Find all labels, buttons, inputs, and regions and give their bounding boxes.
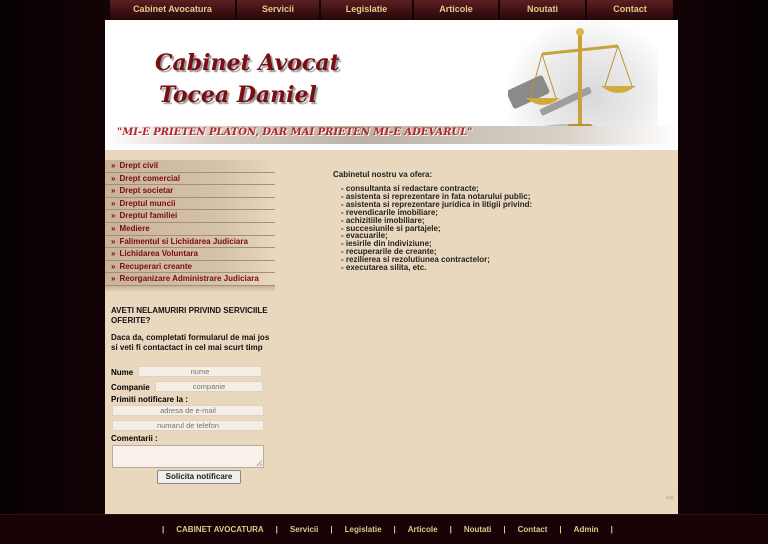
company-label: Companie [111,383,150,392]
sidebar-item-reorganizare[interactable]: » Reorganizare Administrare Judiciara [105,273,275,286]
nav-articole[interactable]: Articole [414,0,500,20]
nav-cabinet-avocatura[interactable]: Cabinet Avocatura [110,0,237,20]
sidebar-item-drept-societar[interactable]: » Drept societar [105,185,275,198]
nav-legislatie[interactable]: Legislatie [321,0,414,20]
comments-label: Comentarii : [111,434,158,443]
footer-separator: | [162,525,165,534]
bullet-arrow-icon: » [111,173,116,183]
services-list: - consultanta si redactare contracte; - … [333,185,532,272]
comments-textarea[interactable] [112,445,264,468]
name-label: Nume [111,368,134,377]
footer-separator: | [275,525,278,534]
sidebar-fade [105,285,275,292]
notify-label: Primiti notificare la : [111,395,188,404]
list-item: - executarea silita, etc. [341,263,427,273]
corner-mark: << [665,495,674,502]
form-subheading: Daca da, completati formularul de mai jo… [111,333,270,352]
bullet-arrow-icon: » [111,249,116,259]
footer-links: | CABINET AVOCATURA | Servicii | Legisla… [150,525,625,535]
bullet-arrow-icon: » [111,236,116,246]
contact-form-text: AVETI NELAMURIRI PRIVIND SERVICIILE OFER… [111,306,271,352]
footer-separator: | [330,525,333,534]
footer-link-articole[interactable]: Articole [408,525,438,535]
sidebar-item-recuperari-creante[interactable]: » Recuperari creante [105,260,275,274]
site-title-line1: Cabinet Avocat [155,50,340,76]
sidebar-item-drept-civil[interactable]: » Drept civil [105,160,275,173]
email-input[interactable] [112,405,264,416]
services-text: Cabinetul nostru va ofera: - consultanta… [333,170,532,272]
nav-servicii[interactable]: Servicii [237,0,321,20]
sidebar-item-mediere[interactable]: » Mediere [105,222,275,236]
nav-contact[interactable]: Contact [587,0,673,20]
footer-link-cabinet-avocatura[interactable]: CABINET AVOCATURA [176,525,263,535]
sidebar-item-dreptul-muncii[interactable]: » Dreptul muncii [105,197,275,211]
sidebar-item-drept-comercial[interactable]: » Drept comercial [105,172,275,186]
footer-separator: | [559,525,562,534]
footer-separator: | [449,525,452,534]
sidebar-menu: » Drept civil » Drept comercial » Drept soc… [105,160,275,292]
footer-link-contact[interactable]: Contact [518,525,548,535]
phone-input[interactable] [112,420,264,431]
sidebar-item-faliment[interactable]: » Falimentul si Lichidarea Judiciara [105,235,275,249]
form-heading: AVETI NELAMURIRI PRIVIND SERVICIILE OFER… [111,306,268,325]
footer-separator: | [610,525,613,534]
footer-separator: | [393,525,396,534]
bullet-arrow-icon: » [111,274,116,284]
footer-link-servicii[interactable]: Servicii [290,525,318,535]
nav-noutati[interactable]: Noutati [500,0,587,20]
bullet-arrow-icon: » [111,161,116,170]
company-input[interactable] [155,381,263,392]
bullet-arrow-icon: » [111,223,116,233]
footer-separator: | [503,525,506,534]
bullet-arrow-icon: » [111,198,116,208]
footer-link-noutati[interactable]: Noutati [464,525,492,535]
resize-grip-icon[interactable] [256,460,262,466]
site-header: Cabinet Avocat Tocea Daniel "MI-E PRIETE… [105,20,678,150]
sidebar-item-dreptul-familiei[interactable]: » Dreptul familiei [105,210,275,223]
site-footer: | CABINET AVOCATURA | Servicii | Legisla… [0,514,768,544]
submit-notification-button[interactable]: Solicita notificare [157,470,241,484]
bullet-arrow-icon: » [111,186,116,196]
bullet-arrow-icon: » [111,261,116,271]
site-motto: "MI-E PRIETEN PLATON, DAR MAI PRIETEN MI… [117,127,473,138]
sidebar-item-lichidare-voluntara[interactable]: » Lichidarea Voluntara [105,248,275,261]
site-title-line2: Tocea Daniel [159,82,317,108]
bullet-arrow-icon: » [111,211,116,221]
content-area: » Drept civil » Drept comercial » Drept soc… [105,150,678,514]
top-navigation: Cabinet Avocatura Servicii Legislatie Ar… [110,0,673,20]
footer-link-legislatie[interactable]: Legislatie [345,525,382,535]
services-intro: Cabinetul nostru va ofera: [333,170,433,179]
name-input[interactable] [138,366,262,377]
footer-link-admin[interactable]: Admin [574,525,599,535]
